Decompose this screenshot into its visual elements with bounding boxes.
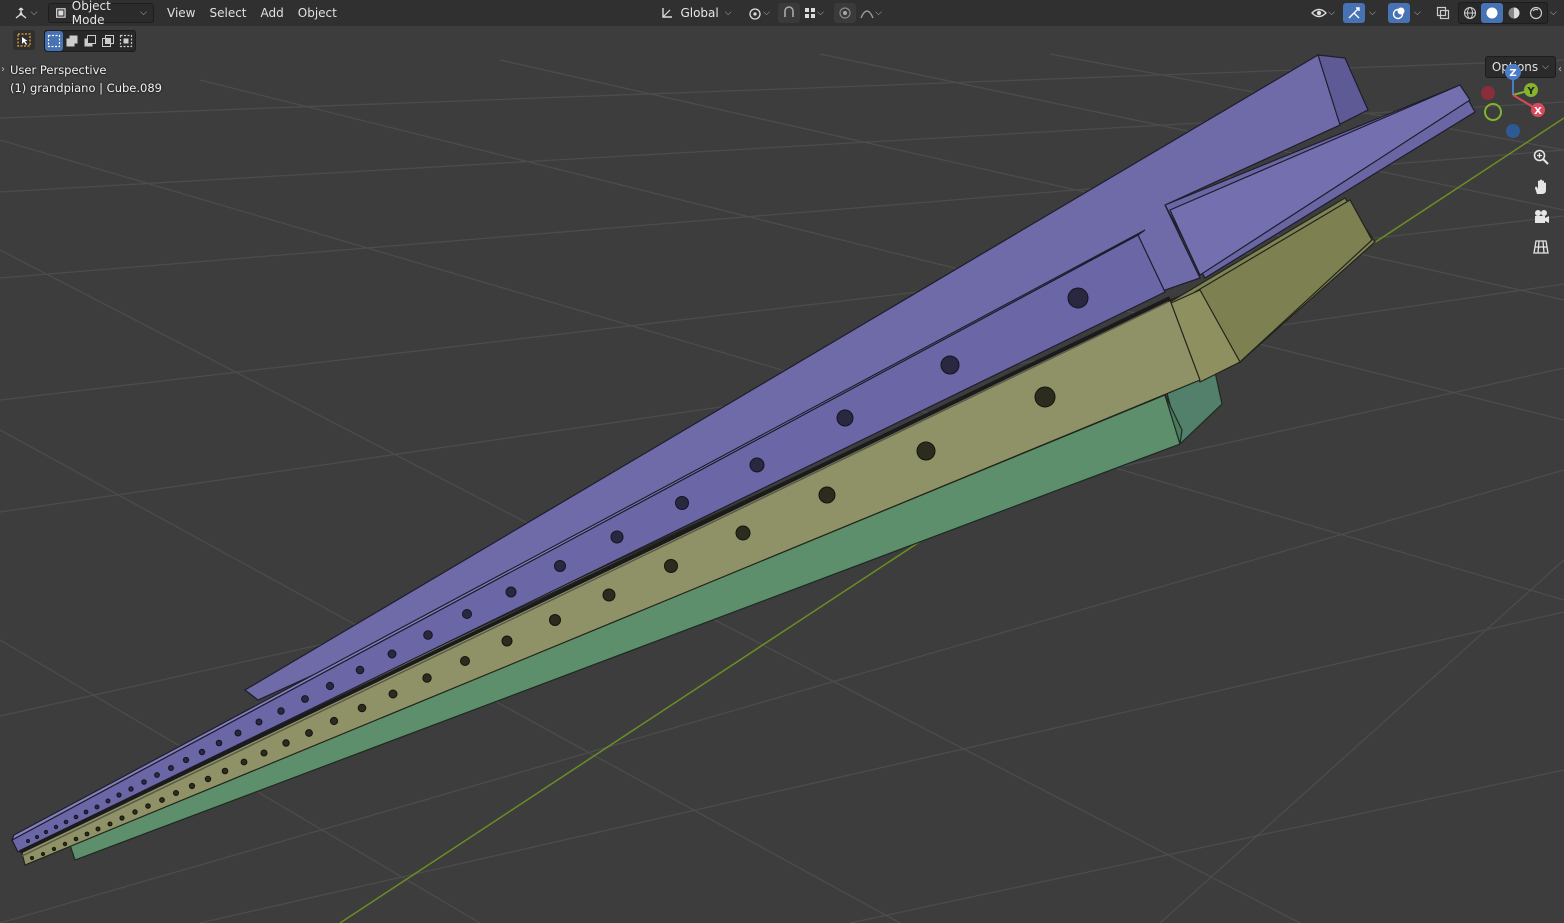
snap-increment-icon <box>805 8 816 18</box>
view-name: User Perspective <box>10 63 107 77</box>
gizmo-x-label: X <box>1534 106 1542 117</box>
overlay-icon <box>1392 7 1405 20</box>
snap-toggle[interactable] <box>778 3 800 23</box>
chevron-down-icon[interactable]: ⌵ <box>1414 8 1421 18</box>
orientation-icon <box>662 8 673 18</box>
proportional-controls: ⌵ <box>834 3 886 23</box>
overlay-controls: ⌵ <box>1388 3 1421 23</box>
editor-type-button[interactable]: ⌵ <box>10 3 40 23</box>
material-preview-button[interactable] <box>1503 3 1525 23</box>
mode-dropdown[interactable]: Object Mode ⌵ <box>48 0 154 27</box>
chevron-down-icon: ⌵ <box>1328 8 1335 18</box>
select-subtract-button[interactable] <box>81 31 99 51</box>
pan-hand-icon <box>1535 179 1546 194</box>
select-new-icon <box>47 34 61 48</box>
select-intersect-icon <box>102 35 114 47</box>
select-intersect-button[interactable] <box>99 31 117 51</box>
visibility-dropdown[interactable]: ⌵ <box>1308 3 1338 23</box>
orientation-label: Global <box>680 6 719 20</box>
object-info: (1) grandpiano | Cube.089 <box>10 81 162 95</box>
selection-mode-group <box>44 30 136 52</box>
active-tool-button[interactable] <box>13 30 35 50</box>
chevron-down-icon: ⌵ <box>30 8 38 18</box>
tool-settings-bar: Options ⌵ <box>0 26 1564 78</box>
gizmo-icon <box>1348 7 1360 19</box>
select-invert-icon <box>119 34 133 48</box>
ortho-grid-icon <box>1533 240 1549 254</box>
header-menus: View Select Add Object <box>160 3 344 23</box>
rendered-shading-icon <box>1529 6 1543 20</box>
camera-view-icon <box>1535 210 1549 223</box>
select-extend-button[interactable] <box>63 31 81 51</box>
chevron-down-icon[interactable]: ⌵ <box>1369 8 1376 18</box>
snap-target-dropdown[interactable]: ⌵ <box>800 3 828 23</box>
xray-toggle[interactable] <box>1432 3 1454 23</box>
solid-shading-button[interactable] <box>1481 3 1503 23</box>
pan-button[interactable] <box>1528 174 1554 200</box>
snap-icon <box>784 6 794 17</box>
viewport-canvas[interactable] <box>0 0 1564 923</box>
select-box-tool-icon <box>17 33 31 47</box>
chevron-down-icon[interactable]: ⌵ <box>1550 8 1557 18</box>
overlay-toggle[interactable] <box>1388 3 1410 23</box>
menu-add[interactable]: Add <box>254 3 291 23</box>
chevron-down-icon: ⌵ <box>140 8 147 18</box>
material-preview-icon <box>1508 7 1520 19</box>
chevron-down-icon: ⌵ <box>763 8 770 18</box>
gizmo-z-label: Z <box>1509 68 1516 79</box>
toolbar-expand-arrow[interactable]: › <box>1 64 5 75</box>
zoom-icon <box>1533 149 1549 165</box>
select-subtract-icon <box>84 35 96 47</box>
wireframe-shading-icon <box>1463 6 1477 20</box>
sidebar-expand-arrow[interactable]: ‹ <box>1558 64 1562 75</box>
3d-viewport-icon <box>15 7 27 19</box>
select-new-button[interactable] <box>45 31 63 51</box>
snap-controls: ⌵ <box>778 3 828 23</box>
chevron-down-icon: ⌵ <box>817 8 824 18</box>
xray-icon <box>1436 6 1450 20</box>
proportional-editing-toggle[interactable] <box>834 3 856 23</box>
chevron-down-icon: ⌵ <box>724 8 732 18</box>
pivot-point-icon <box>749 8 761 20</box>
shading-mode-group <box>1458 2 1548 24</box>
viewport-header: ⌵ Object Mode ⌵ View Select Add Object G… <box>0 0 1564 27</box>
menu-view[interactable]: View <box>160 3 202 23</box>
select-invert-button[interactable] <box>117 31 135 51</box>
menu-object[interactable]: Object <box>291 3 344 23</box>
select-extend-icon <box>66 35 78 47</box>
solid-shading-icon <box>1486 7 1498 19</box>
object-mode-icon <box>56 8 66 18</box>
falloff-dropdown[interactable]: ⌵ <box>856 3 886 23</box>
rendered-shading-button[interactable] <box>1525 3 1547 23</box>
zoom-button[interactable] <box>1528 144 1554 170</box>
gizmo-toggle[interactable] <box>1343 3 1365 23</box>
viewport-info: User Perspective (1) grandpiano | Cube.0… <box>10 61 162 97</box>
proportional-editing-icon <box>839 7 851 19</box>
pivot-point-dropdown[interactable]: ⌵ <box>744 3 774 23</box>
gizmo-y-label: Y <box>1526 86 1535 97</box>
menu-select[interactable]: Select <box>202 3 253 23</box>
wireframe-shading-button[interactable] <box>1459 3 1481 23</box>
camera-view-button[interactable] <box>1528 204 1554 230</box>
transform-orientation-dropdown[interactable]: Global ⌵ <box>656 3 736 23</box>
visibility-icon <box>1311 8 1327 18</box>
mode-label: Object Mode <box>71 0 111 27</box>
gizmo-controls: ⌵ <box>1343 3 1376 23</box>
ortho-toggle-button[interactable] <box>1528 234 1554 260</box>
falloff-curve-icon <box>860 10 874 19</box>
chevron-down-icon: ⌵ <box>875 8 882 18</box>
navigation-gizmo[interactable]: Z Y X <box>1478 60 1558 144</box>
